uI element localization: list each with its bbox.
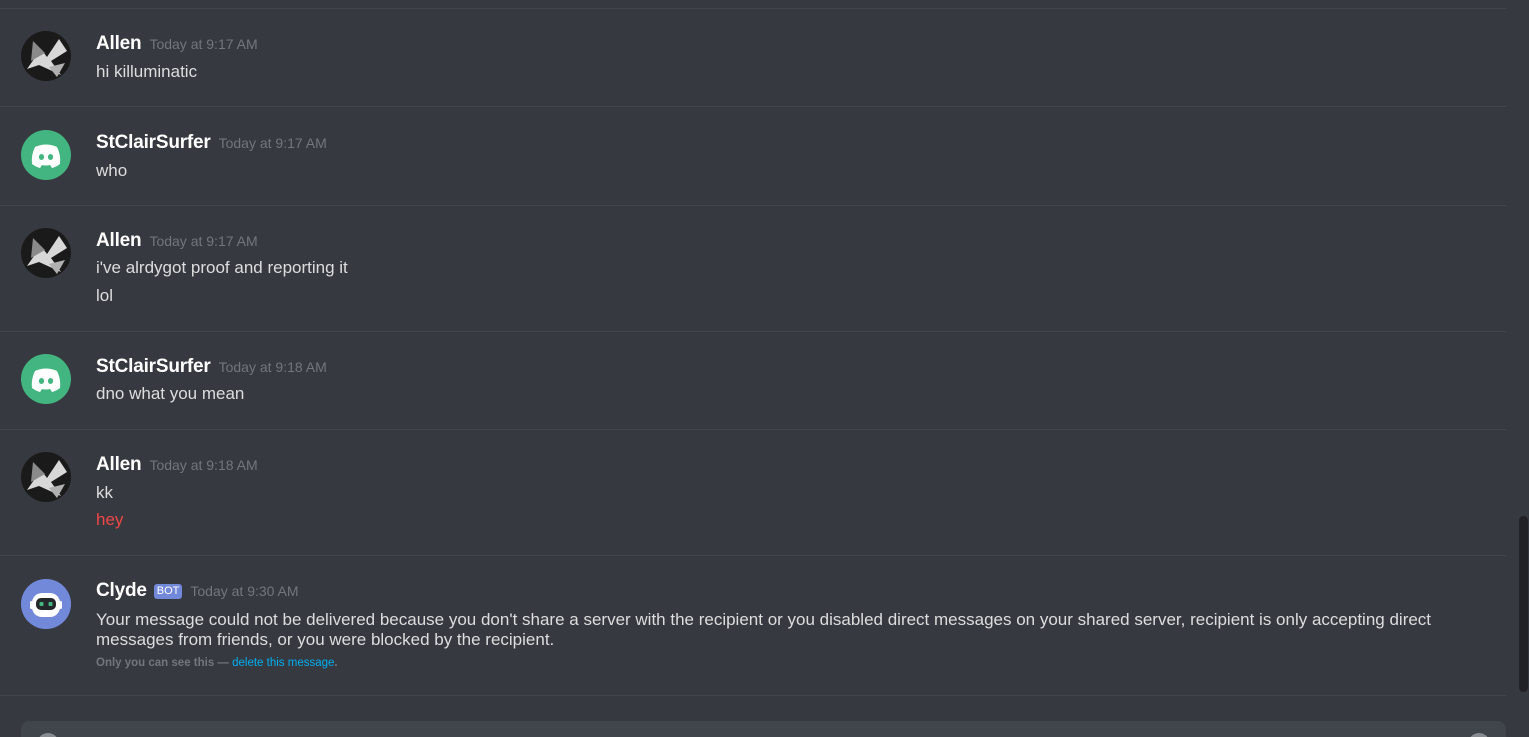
message-timestamp: Today at 9:17 AM xyxy=(149,233,258,249)
allen-avatar-icon xyxy=(21,31,71,81)
failed-message-content: hey xyxy=(96,510,124,529)
dm-chat-view: Allen Today at 9:17 AM hi killuminatic S… xyxy=(0,0,1529,737)
author-name[interactable]: Clyde xyxy=(96,580,147,602)
message-content: i've alrdygot proof and reporting it xyxy=(96,258,348,277)
message-item[interactable]: Allen Today at 9:17 AM hi killuminatic xyxy=(0,9,1506,106)
allen-avatar-icon xyxy=(21,452,71,502)
clyde-avatar[interactable] xyxy=(21,579,71,629)
bot-tag-badge: BOT xyxy=(153,584,183,599)
message-timestamp: Today at 9:17 AM xyxy=(218,135,327,151)
message-content: lol xyxy=(96,286,114,305)
author-name[interactable]: Allen xyxy=(96,230,142,252)
discord-logo-icon xyxy=(31,144,61,168)
message-content: dno what you mean xyxy=(96,384,245,403)
author-name[interactable]: Allen xyxy=(96,454,142,476)
message-header: Clyde BOT Today at 9:30 AM xyxy=(96,580,299,602)
author-name[interactable]: Allen xyxy=(96,33,142,55)
clyde-bot-icon xyxy=(21,579,71,629)
user-avatar[interactable] xyxy=(21,354,71,404)
message-item[interactable]: StClairSurfer Today at 9:17 AM who xyxy=(0,107,1506,205)
upload-icon[interactable] xyxy=(37,733,59,737)
author-name[interactable]: StClairSurfer xyxy=(96,356,211,378)
scrollbar-thumb[interactable] xyxy=(1519,516,1528,692)
message-header: Allen Today at 9:17 AM xyxy=(96,230,258,252)
ephemeral-notice: Only you can see this — delete this mess… xyxy=(96,657,338,669)
message-input[interactable] xyxy=(21,721,1506,737)
user-avatar[interactable] xyxy=(21,130,71,180)
message-item[interactable]: Allen Today at 9:17 AM i've alrdygot pro… xyxy=(0,206,1506,331)
message-timestamp: Today at 9:17 AM xyxy=(149,36,258,52)
message-header: Allen Today at 9:17 AM xyxy=(96,33,258,55)
ephemeral-note-text: Only you can see this — xyxy=(96,657,233,669)
scrollbar[interactable] xyxy=(1517,0,1529,737)
author-name[interactable]: StClairSurfer xyxy=(96,132,211,154)
message-timestamp: Today at 9:30 AM xyxy=(190,583,299,599)
message-timestamp: Today at 9:18 AM xyxy=(218,359,327,375)
message-timestamp: Today at 9:18 AM xyxy=(149,457,258,473)
delete-message-link[interactable]: delete this message xyxy=(232,657,334,669)
discord-logo-icon xyxy=(31,368,61,392)
message-header: StClairSurfer Today at 9:17 AM xyxy=(96,132,327,154)
message-item[interactable]: Allen Today at 9:18 AM kk hey xyxy=(0,430,1506,555)
allen-avatar-icon xyxy=(21,228,71,278)
message-divider xyxy=(0,695,1506,696)
message-header: Allen Today at 9:18 AM xyxy=(96,454,258,476)
message-header: StClairSurfer Today at 9:18 AM xyxy=(96,356,327,378)
message-content: hi killuminatic xyxy=(96,62,198,81)
user-avatar[interactable] xyxy=(21,31,71,81)
message-content: Your message could not be delivered beca… xyxy=(96,610,1432,649)
emoji-icon[interactable] xyxy=(1468,733,1490,737)
message-item[interactable]: StClairSurfer Today at 9:18 AM dno what … xyxy=(0,332,1506,429)
user-avatar[interactable] xyxy=(21,228,71,278)
bot-message-item[interactable]: Clyde BOT Today at 9:30 AM Your message … xyxy=(0,556,1506,695)
ephemeral-note-end: . xyxy=(334,657,338,669)
message-content: who xyxy=(96,161,128,180)
message-content: kk xyxy=(96,483,113,502)
user-avatar[interactable] xyxy=(21,452,71,502)
